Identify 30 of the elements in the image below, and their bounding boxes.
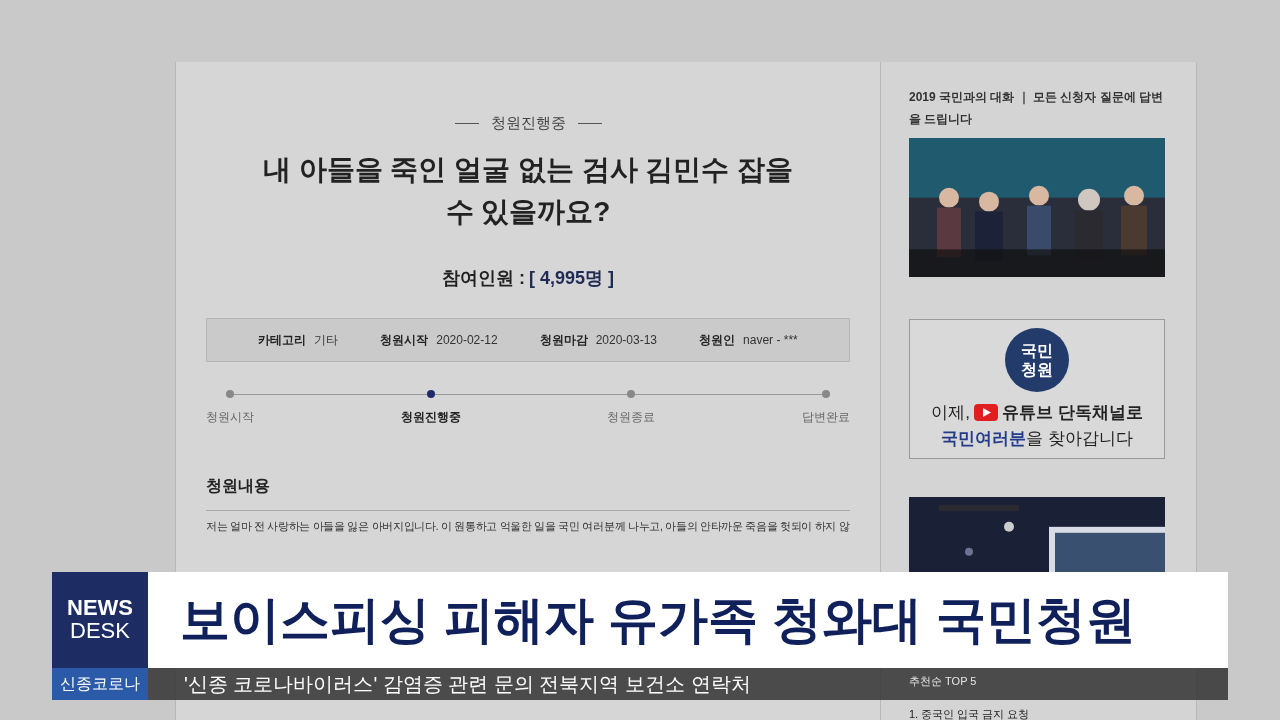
play-icon	[974, 404, 998, 422]
logo-text: DESK	[70, 619, 130, 643]
participants-count: [ 4,995명 ]	[528, 266, 614, 290]
banner-text: 이제,	[931, 402, 970, 425]
headline: 보이스피싱 피해자 유가족 청와대 국민청원	[148, 572, 1228, 668]
info-label: 청원시작	[380, 331, 429, 349]
step-label: 청원종료	[607, 408, 656, 426]
logo-text: NEWS	[67, 597, 133, 619]
info-value: 2020-02-12	[436, 331, 498, 349]
info-value: 기타	[314, 331, 339, 349]
info-value: 2020-03-13	[595, 331, 658, 349]
banner-text: 국민여러분을 찾아갑니다	[941, 427, 1133, 450]
petition-text: 저는 얼마 전 사랑하는 아들을 잃은 아버지입니다. 이 원통하고 억울한 일을 국민 여러분께 나누고, 아들의 안타까운 죽음을 헛되이 하지 않	[206, 518, 850, 534]
petition-badge: 국민청원	[1005, 328, 1069, 393]
step-label: 청원시작	[206, 408, 254, 426]
video-title: 2019 국민과의 대화 ｜ 모든 신청자 질문에 답변을 드립니다	[909, 89, 1165, 128]
info-label: 청원인	[699, 331, 736, 349]
list-item[interactable]: 1. 중국인 입국 금지 요청	[909, 705, 1168, 720]
banner-text: 유튜브 단독채널로	[1002, 402, 1143, 425]
info-label: 카테고리	[258, 331, 307, 349]
info-value: naver - ***	[743, 331, 798, 349]
step-label: 청원진행중	[400, 408, 461, 426]
participants-label: 참여인원 :	[441, 266, 525, 290]
petition-status: 청원진행중	[490, 113, 566, 133]
section-heading: 청원내용	[206, 475, 271, 496]
step-label: 답변완료	[801, 408, 850, 426]
section-tag: 신종코로나	[52, 668, 148, 700]
info-label: 청원마감	[539, 331, 588, 349]
petition-title: 내 아들을 죽인 얼굴 없는 검사 김민수 잡을 수 있을까요?	[261, 152, 795, 229]
list-heading: 추천순 TOP 5	[909, 674, 978, 689]
